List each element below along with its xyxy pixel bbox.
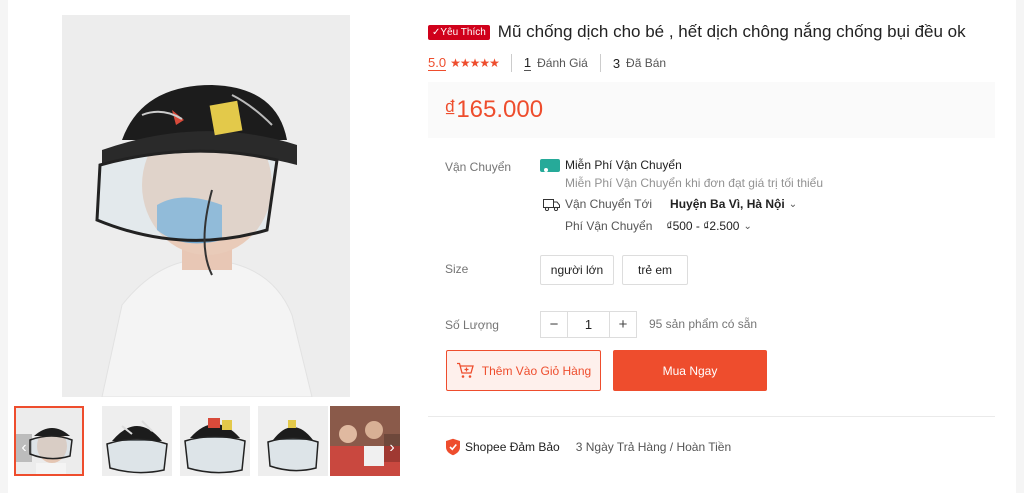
rating-value[interactable]: 5.0 xyxy=(428,55,447,71)
ship-fee-range[interactable]: ₫500 - ₫2.500 xyxy=(666,219,739,233)
ship-destination[interactable]: Huyện Ba Vì, Hà Nội xyxy=(670,197,785,211)
ship-to-label: Vận Chuyển Tới xyxy=(565,197,653,211)
size-option-adult[interactable]: người lớn xyxy=(540,255,614,285)
product-title-row: ✓Yêu Thích Mũ chống dịch cho bé , hết dị… xyxy=(428,20,1008,44)
decrease-button[interactable]: − xyxy=(541,312,567,337)
free-shipping: Miễn Phí Vận Chuyển xyxy=(540,158,682,172)
product-price: ₫165.000 xyxy=(444,96,544,123)
thumbnail-2[interactable] xyxy=(102,406,172,476)
divider xyxy=(510,54,512,72)
add-to-cart-button[interactable]: Thêm Vào Giỏ Hàng xyxy=(446,350,601,391)
thumbnail-strip: ‹ › xyxy=(14,406,402,478)
buy-now-button[interactable]: Mua Ngay xyxy=(613,350,767,391)
quantity-input[interactable]: 1 xyxy=(567,312,610,337)
product-photo xyxy=(62,15,350,397)
free-shipping-note: Miễn Phí Vận Chuyển khi đơn đạt giá trị … xyxy=(565,176,824,190)
divider xyxy=(599,54,601,72)
section-divider xyxy=(428,416,995,417)
shield-icon xyxy=(446,438,460,456)
reviews-count[interactable]: 1 xyxy=(523,55,532,71)
increase-button[interactable]: + xyxy=(610,312,636,337)
sold-count: 3 xyxy=(612,55,621,71)
price-section: ₫165.000 xyxy=(428,82,995,138)
thumbnail-3[interactable] xyxy=(180,406,250,476)
quantity-stepper: − 1 + xyxy=(540,311,637,338)
product-page: ‹ › ✓Yêu Thích Mũ chống dịch cho bé , hế… xyxy=(0,0,1024,493)
product-title: Mũ chống dịch cho bé , hết dịch chông nắ… xyxy=(497,22,966,41)
truck-icon xyxy=(543,198,560,211)
chevron-down-icon[interactable]: ⌄ xyxy=(743,221,751,232)
reviews-label: Đánh Giá xyxy=(537,56,588,70)
guarantee-text: 3 Ngày Trả Hàng / Hoàn Tiền xyxy=(575,440,732,454)
ship-to-row: Vận Chuyển Tới Huyện Ba Vì, Hà Nội ⌄ xyxy=(543,197,797,211)
size-label: Size xyxy=(445,262,469,276)
ship-fee-label: Phí Vận Chuyển xyxy=(565,219,653,233)
quantity-label: Số Lượng xyxy=(445,318,499,332)
thumbnail-4[interactable] xyxy=(258,406,328,476)
favorite-badge: ✓Yêu Thích xyxy=(428,24,490,40)
ship-fee-row: Phí Vận Chuyển ₫500 - ₫2.500 ⌄ xyxy=(565,219,752,233)
main-product-image[interactable] xyxy=(62,15,350,397)
shopee-guarantee[interactable]: Shopee Đảm Bảo 3 Ngày Trả Hàng / Hoàn Ti… xyxy=(445,438,731,456)
arrow-right-icon[interactable]: › xyxy=(384,434,400,462)
star-icon: ★★★★★ xyxy=(450,56,500,70)
rating-row: 5.0 ★★★★★ 1 Đánh Giá 3 Đã Bán xyxy=(428,54,666,72)
arrow-left-icon[interactable]: ‹ xyxy=(16,434,32,462)
stock-count: 95 sản phẩm có sẵn xyxy=(649,317,758,331)
cart-icon xyxy=(456,362,474,378)
size-option-kid[interactable]: trẻ em xyxy=(622,255,688,285)
chevron-down-icon[interactable]: ⌄ xyxy=(789,199,797,210)
shipping-label: Vận Chuyển xyxy=(445,160,512,174)
add-to-cart-label: Thêm Vào Giỏ Hàng xyxy=(481,363,592,378)
guarantee-title: Shopee Đảm Bảo xyxy=(465,440,560,454)
sold-label: Đã Bán xyxy=(626,56,667,70)
free-shipping-icon xyxy=(540,158,560,172)
free-shipping-title: Miễn Phí Vận Chuyển xyxy=(565,158,682,172)
